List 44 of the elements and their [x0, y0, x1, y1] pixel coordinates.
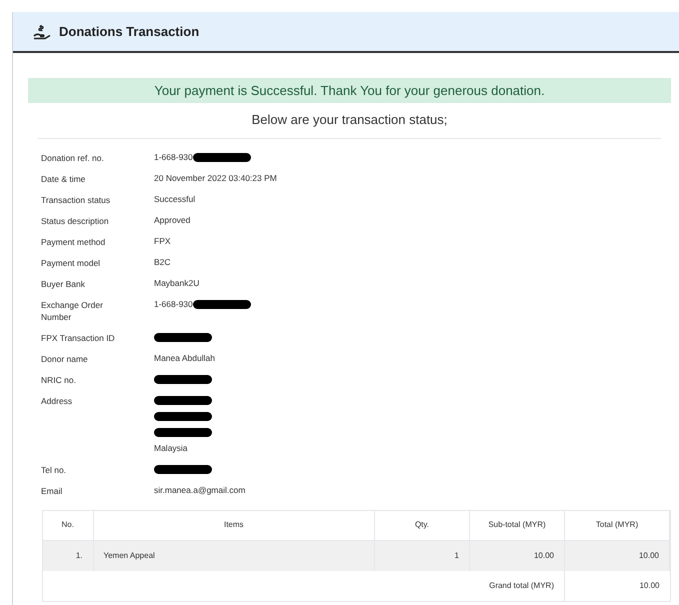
field-value: sir.manea.a@gmail.com: [154, 484, 246, 497]
redaction-mark: [154, 375, 212, 384]
redaction-mark: [154, 333, 212, 342]
field-value: Malaysia: [154, 442, 188, 455]
redaction-mark: [154, 465, 212, 474]
field-label: Email: [41, 484, 64, 496]
field-label: Exchange Order Number: [41, 298, 104, 322]
redaction-mark: [154, 412, 212, 421]
status-heading: Below are your transaction status;: [250, 111, 448, 129]
field-value: Maybank2U: [154, 277, 200, 290]
table-cell: 10.00: [564, 540, 670, 570]
redaction-mark: [154, 396, 212, 405]
table-cell: 1: [374, 540, 470, 570]
field-value: 1-668-930: [154, 298, 193, 311]
panel-title: Donations Transaction: [59, 22, 200, 41]
redaction-mark: [154, 428, 212, 437]
field-label: Donation ref. no.: [41, 152, 105, 164]
field-label: NRIC no.: [41, 374, 77, 386]
table-cell: 10.00: [470, 540, 564, 570]
field-value: Successful: [154, 193, 196, 206]
grand-total-value: 10.00: [564, 570, 670, 600]
field-label: Payment model: [41, 256, 102, 268]
field-value: 1-668-930: [154, 151, 193, 164]
table-cell: Yemen Appeal: [93, 540, 374, 570]
redaction-mark: [192, 153, 251, 162]
field-label: FPX Transaction ID: [41, 332, 116, 344]
field-label: Buyer Bank: [41, 278, 86, 290]
grand-total-label: Grand total (MYR): [470, 570, 564, 600]
field-label: Transaction status: [41, 194, 112, 206]
field-value: FPX: [154, 235, 171, 248]
success-banner: Your payment is Successful. Thank You for your generous donation.: [28, 78, 671, 103]
redaction-mark: [192, 300, 251, 309]
field-value: Manea Abdullah: [154, 352, 215, 365]
donation-hand-icon: [33, 24, 51, 40]
field-label: Donor name: [41, 352, 89, 364]
field-label: Payment method: [41, 236, 106, 248]
field-label: Tel no.: [41, 464, 68, 476]
table-cell: 1.: [43, 540, 93, 570]
field-label: Status description: [41, 214, 110, 226]
field-value: Approved: [154, 214, 190, 227]
field-value: 20 November 2022 03:40:23 PM: [154, 172, 277, 185]
field-label: Address: [41, 394, 74, 408]
field-label: Date & time: [41, 172, 86, 184]
field-value: B2C: [154, 256, 171, 269]
